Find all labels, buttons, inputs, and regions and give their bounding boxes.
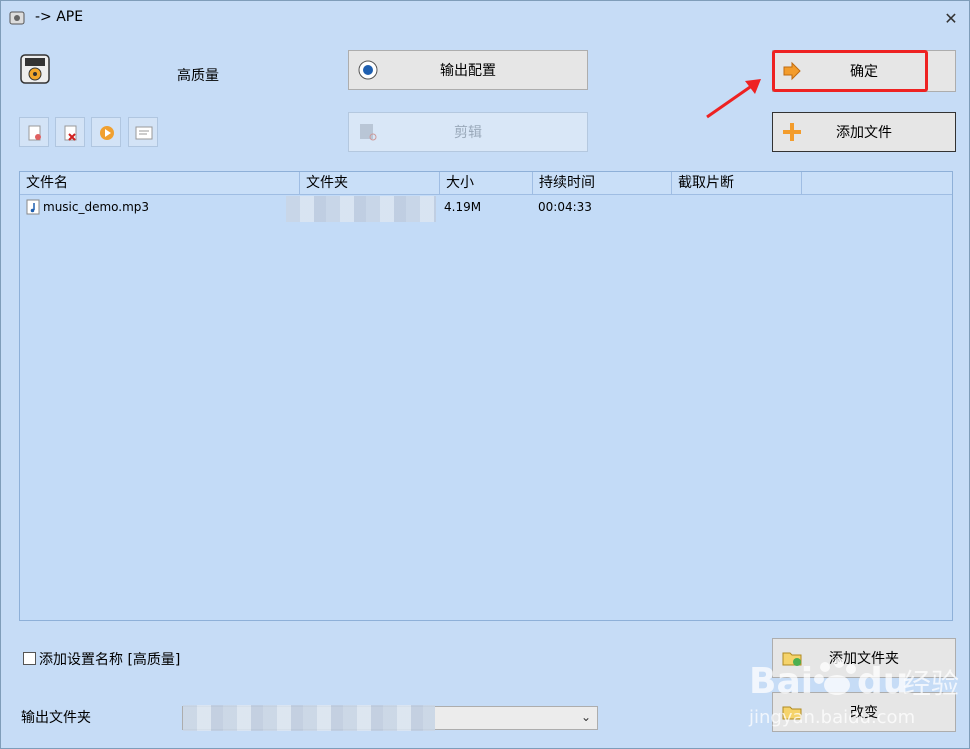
info-icon xyxy=(135,126,153,140)
file-size: 4.19M xyxy=(444,200,482,214)
column-header-duration[interactable]: 持续时间 xyxy=(533,172,672,194)
music-file-icon xyxy=(26,199,40,215)
play-button[interactable] xyxy=(91,117,121,147)
title-bar: -> APE ✕ xyxy=(1,1,969,35)
file-duration: 00:04:33 xyxy=(538,200,592,214)
column-header-name[interactable]: 文件名 xyxy=(20,172,300,194)
annotation-arrow-icon xyxy=(706,79,761,119)
info-button[interactable] xyxy=(128,117,158,147)
output-folder-select[interactable]: ⌄ xyxy=(182,705,598,731)
change-button[interactable]: 改变 xyxy=(772,692,956,732)
column-header-folder[interactable]: 文件夹 xyxy=(300,172,440,194)
clear-list-button[interactable] xyxy=(19,117,49,147)
output-config-label: 输出配置 xyxy=(440,63,496,79)
add-file-button[interactable]: 添加文件 xyxy=(772,112,956,152)
quality-label: 高质量 xyxy=(177,68,219,84)
add-file-label: 添加文件 xyxy=(836,125,892,141)
add-folder-button[interactable]: 添加文件夹 xyxy=(772,638,956,678)
close-icon[interactable]: ✕ xyxy=(941,9,961,29)
change-label: 改变 xyxy=(850,705,878,721)
add-setting-name-label: 添加设置名称 [高质量] xyxy=(39,652,181,668)
ape-format-icon xyxy=(20,54,50,84)
output-config-button[interactable]: 输出配置 xyxy=(348,50,588,90)
chevron-down-icon[interactable]: ⌄ xyxy=(581,710,591,724)
output-path-blurred xyxy=(183,705,435,731)
column-header-size[interactable]: 大小 xyxy=(440,172,533,194)
highlight-box xyxy=(772,50,928,92)
app-window: -> APE ✕ 高质量 输出配置 剪辑 确定 添加文件 文件名 文件夹 大小 … xyxy=(0,0,970,749)
remove-file-icon xyxy=(64,125,77,141)
app-icon xyxy=(9,11,25,25)
add-setting-name-checkbox[interactable] xyxy=(23,652,36,665)
output-folder-label: 输出文件夹 xyxy=(21,710,91,726)
clear-list-icon xyxy=(28,125,41,141)
file-list[interactable]: 文件名 文件夹 大小 持续时间 截取片断 music_demo.mp3 4.19… xyxy=(19,171,953,621)
folder-path-blurred xyxy=(286,196,436,222)
file-name: music_demo.mp3 xyxy=(43,200,150,214)
window-title: -> APE xyxy=(35,9,84,25)
file-list-header: 文件名 文件夹 大小 持续时间 截取片断 xyxy=(20,172,952,195)
edit-button[interactable]: 剪辑 xyxy=(348,112,588,152)
add-folder-label: 添加文件夹 xyxy=(829,651,899,667)
play-icon xyxy=(100,126,114,140)
list-item[interactable]: music_demo.mp3 4.19M 00:04:33 xyxy=(20,196,952,222)
edit-label: 剪辑 xyxy=(454,125,482,141)
remove-file-button[interactable] xyxy=(55,117,85,147)
column-header-clip[interactable]: 截取片断 xyxy=(672,172,802,194)
